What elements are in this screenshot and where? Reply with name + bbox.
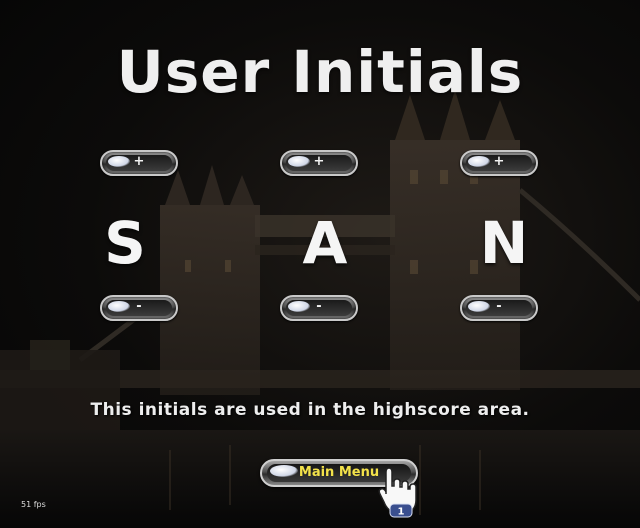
- increase-initial-2-button[interactable]: +: [280, 150, 358, 176]
- plus-icon: +: [493, 154, 505, 169]
- minus-icon: -: [316, 299, 322, 314]
- decrease-initial-2-button[interactable]: -: [280, 295, 358, 321]
- increase-initial-1-button[interactable]: +: [100, 150, 178, 176]
- fps-counter: 51 fps: [21, 500, 46, 509]
- increase-initial-3-button[interactable]: +: [460, 150, 538, 176]
- decrease-initial-1-button[interactable]: -: [100, 295, 178, 321]
- minus-icon: -: [496, 299, 502, 314]
- plus-icon: +: [133, 154, 145, 169]
- plus-icon: +: [313, 154, 325, 169]
- hand-pointer-icon: 1: [378, 467, 422, 518]
- cursor-badge: 1: [398, 507, 405, 518]
- initial-letter-2: A: [302, 209, 348, 277]
- initial-letter-3: N: [479, 209, 529, 277]
- page-title: User Initials: [116, 38, 524, 106]
- initial-letter-1: S: [104, 209, 146, 277]
- info-text: This initials are used in the highscore …: [90, 400, 530, 420]
- minus-icon: -: [136, 299, 142, 314]
- decrease-initial-3-button[interactable]: -: [460, 295, 538, 321]
